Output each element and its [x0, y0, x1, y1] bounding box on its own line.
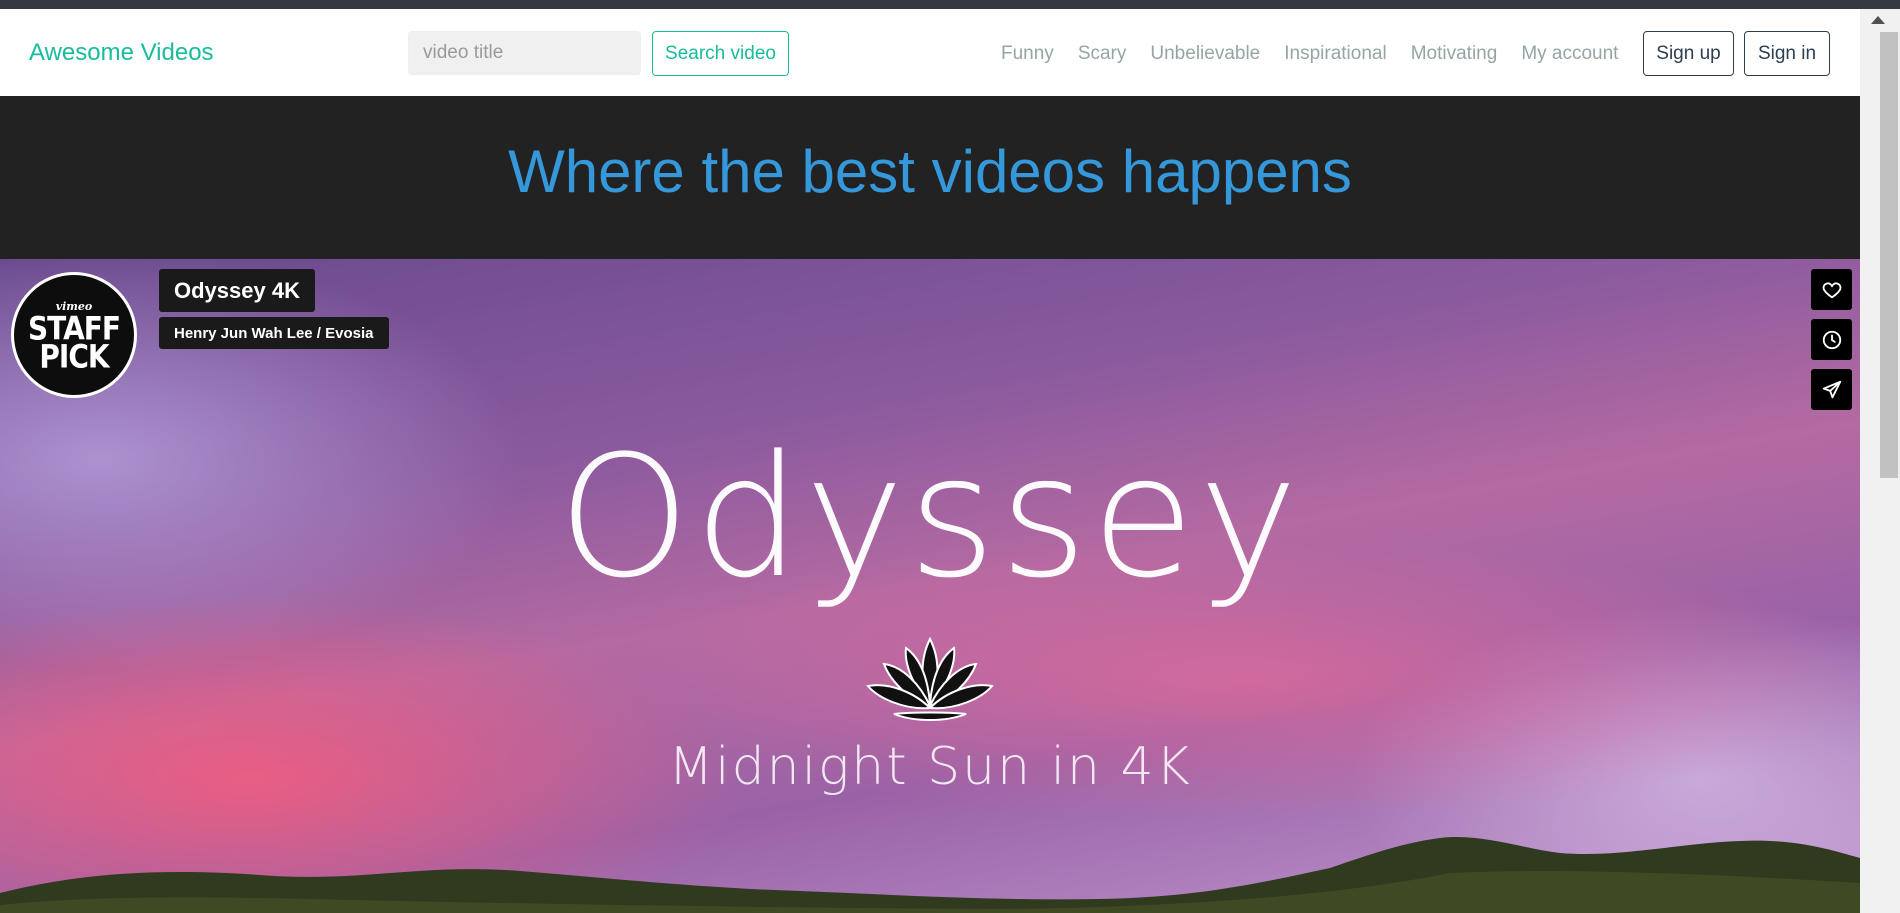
sign-up-button[interactable]: Sign up — [1643, 31, 1734, 76]
like-button[interactable] — [1811, 269, 1852, 310]
lotus-logo — [866, 636, 994, 721]
scroll-up-arrow-icon[interactable] — [1871, 16, 1885, 24]
video-title-link[interactable]: Odyssey 4K — [159, 269, 315, 312]
sign-in-button[interactable]: Sign in — [1744, 31, 1830, 76]
video-player[interactable]: vimeo STAFF PICK Odyssey 4K Henry Jun Wa… — [0, 259, 1860, 913]
nav-link-motivating[interactable]: Motivating — [1399, 43, 1510, 65]
nav-link-scary[interactable]: Scary — [1066, 43, 1139, 65]
nav-link-my-account[interactable]: My account — [1509, 43, 1630, 65]
hero-header: Where the best videos happens — [0, 96, 1860, 259]
pick-label: PICK — [39, 336, 109, 375]
share-button[interactable] — [1811, 369, 1852, 410]
nav-link-funny[interactable]: Funny — [989, 43, 1066, 65]
hills-silhouette — [0, 836, 1860, 913]
watch-later-button[interactable] — [1811, 319, 1852, 360]
staff-pick-badge: vimeo STAFF PICK — [11, 272, 137, 398]
video-author-link[interactable]: Henry Jun Wah Lee / Evosia — [159, 317, 389, 349]
nav-links: Funny Scary Unbelievable Inspirational M… — [989, 31, 1630, 76]
nav-link-unbelievable[interactable]: Unbelievable — [1138, 43, 1272, 65]
navbar: Awesome Videos Search video Funny Scary … — [0, 9, 1860, 96]
search-video-button[interactable]: Search video — [652, 31, 789, 76]
video-overlay-subtitle: Midnight Sun in 4K — [668, 737, 1192, 797]
hero-title: Where the best videos happens — [508, 138, 1352, 205]
send-icon — [1822, 380, 1841, 398]
scrollbar-thumb[interactable] — [1880, 32, 1898, 478]
clock-icon — [1822, 330, 1841, 349]
nav-link-inspirational[interactable]: Inspirational — [1272, 43, 1398, 65]
video-overlay-title: Odyssey — [557, 419, 1303, 615]
window-top-strip — [0, 0, 1900, 9]
brand-link[interactable]: Awesome Videos — [29, 39, 214, 67]
search-input[interactable] — [408, 31, 641, 75]
heart-icon — [1822, 281, 1841, 298]
